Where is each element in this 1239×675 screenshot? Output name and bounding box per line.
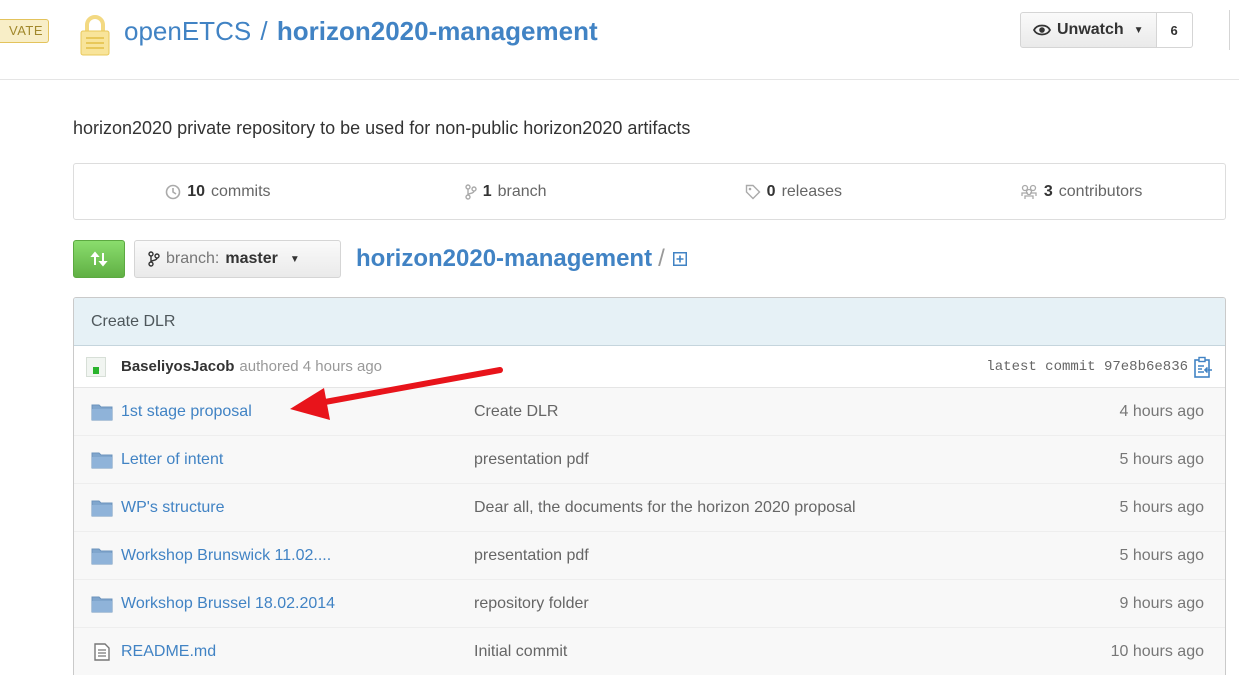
file-age: 9 hours ago bbox=[1119, 594, 1204, 612]
file-age: 5 hours ago bbox=[1119, 546, 1204, 564]
file-name-link[interactable]: Workshop Brunswick 11.02.... bbox=[121, 547, 331, 565]
contributors-link[interactable]: 3 contributors bbox=[937, 164, 1225, 219]
file-name-link[interactable]: WP's structure bbox=[121, 499, 225, 517]
plus-square-icon[interactable] bbox=[672, 252, 687, 266]
branches-link[interactable]: 1 branch bbox=[362, 164, 650, 219]
branch-select[interactable]: branch: master ▼ bbox=[134, 240, 341, 278]
title-separator: / bbox=[260, 16, 268, 46]
git-branch-icon bbox=[148, 251, 160, 267]
table-row: WP's structure Dear all, the documents fo… bbox=[74, 484, 1225, 532]
lock-icon bbox=[80, 15, 110, 56]
releases-link[interactable]: 0 releases bbox=[650, 164, 938, 219]
numbers-summary: 10 commits 1 branch 0 releases 3 contrib… bbox=[73, 163, 1226, 220]
tag-icon bbox=[745, 184, 761, 199]
table-row: README.md Initial commit 10 hours ago bbox=[74, 628, 1225, 675]
private-badge: VATE bbox=[0, 19, 50, 43]
clippy-icon[interactable] bbox=[1193, 356, 1213, 378]
file-age: 4 hours ago bbox=[1119, 402, 1204, 420]
file-name-link[interactable]: Letter of intent bbox=[121, 451, 223, 469]
commit-meta: BaseliyosJacob authored 4 hours ago late… bbox=[74, 346, 1225, 388]
commit-author-link[interactable]: BaseliyosJacob bbox=[121, 358, 234, 375]
folder-icon bbox=[91, 548, 113, 565]
git-branch-icon bbox=[465, 183, 477, 200]
branches-label: branch bbox=[497, 182, 547, 200]
header-divider bbox=[1229, 10, 1230, 50]
file-commit-message[interactable]: repository folder bbox=[474, 595, 589, 613]
file-list: 1st stage proposal Create DLR 4 hours ago L… bbox=[74, 388, 1225, 675]
table-row: Workshop Brussel 18.02.2014 repository fo… bbox=[74, 580, 1225, 628]
repo-title: openETCS / horizon2020-management bbox=[124, 14, 598, 48]
commits-count: 10 bbox=[187, 182, 205, 200]
table-row: 1st stage proposal Create DLR 4 hours ago bbox=[74, 388, 1225, 436]
folder-icon bbox=[91, 452, 113, 469]
contributors-label: contributors bbox=[1058, 182, 1143, 200]
breadcrumb-repo-link[interactable]: horizon2020-management bbox=[356, 245, 652, 273]
unwatch-button[interactable]: Unwatch ▼ bbox=[1020, 12, 1157, 48]
file-age: 5 hours ago bbox=[1119, 450, 1204, 468]
releases-label: releases bbox=[781, 182, 843, 200]
breadcrumb-separator: / bbox=[658, 245, 665, 272]
repo-description: horizon2020 private repository to be use… bbox=[73, 118, 691, 138]
branch-name: master bbox=[225, 250, 278, 267]
branch-prefix: branch: bbox=[166, 250, 220, 267]
file-age: 10 hours ago bbox=[1110, 642, 1204, 660]
file-age: 5 hours ago bbox=[1119, 498, 1204, 516]
repo-name-link[interactable]: horizon2020-management bbox=[277, 16, 598, 46]
file-commit-message[interactable]: Create DLR bbox=[474, 403, 558, 421]
file-table: Create DLR BaseliyosJacob authored 4 hou… bbox=[73, 297, 1226, 675]
file-commit-message[interactable]: presentation pdf bbox=[474, 451, 589, 469]
breadcrumb: horizon2020-management / bbox=[356, 240, 687, 278]
file-commit-message[interactable]: Dear all, the documents for the horizon … bbox=[474, 499, 856, 517]
avatar[interactable] bbox=[86, 356, 106, 377]
file-name-link[interactable]: 1st stage proposal bbox=[121, 403, 252, 421]
latest-commit-sha[interactable]: latest commit 97e8b6e836 bbox=[986, 359, 1188, 375]
chevron-down-icon: ▼ bbox=[1133, 24, 1144, 36]
file-commit-message[interactable]: presentation pdf bbox=[474, 547, 589, 565]
owner-link[interactable]: openETCS bbox=[124, 16, 251, 46]
file-name-link[interactable]: Workshop Brussel 18.02.2014 bbox=[121, 595, 335, 613]
repo-header: VATE openETCS / horizon2020-management U… bbox=[0, 0, 1239, 80]
compare-button[interactable] bbox=[73, 240, 125, 278]
table-row: Workshop Brunswick 11.02.... presentation… bbox=[74, 532, 1225, 580]
commit-title[interactable]: Create DLR bbox=[74, 298, 1225, 346]
commits-label: commits bbox=[210, 182, 271, 200]
unwatch-label: Unwatch bbox=[1057, 21, 1124, 38]
compare-icon bbox=[90, 251, 108, 267]
watch-group: Unwatch ▼ 6 bbox=[1020, 12, 1193, 48]
file-text-icon bbox=[94, 643, 110, 661]
organization-icon bbox=[1021, 184, 1037, 199]
file-name-link[interactable]: README.md bbox=[121, 643, 216, 661]
commits-link[interactable]: 10 commits bbox=[74, 164, 362, 219]
folder-icon bbox=[91, 596, 113, 613]
eye-icon bbox=[1033, 24, 1051, 36]
contributors-count: 3 bbox=[1043, 182, 1053, 200]
releases-count: 0 bbox=[766, 182, 776, 200]
commit-authored-time: authored 4 hours ago bbox=[239, 358, 383, 375]
watchers-count[interactable]: 6 bbox=[1156, 12, 1193, 48]
folder-icon bbox=[91, 500, 113, 517]
chevron-down-icon: ▼ bbox=[289, 253, 300, 265]
history-icon bbox=[165, 184, 181, 199]
table-row: Letter of intent presentation pdf 5 hours … bbox=[74, 436, 1225, 484]
file-commit-message[interactable]: Initial commit bbox=[474, 643, 567, 661]
branches-count: 1 bbox=[482, 182, 492, 200]
folder-icon bbox=[91, 404, 113, 421]
